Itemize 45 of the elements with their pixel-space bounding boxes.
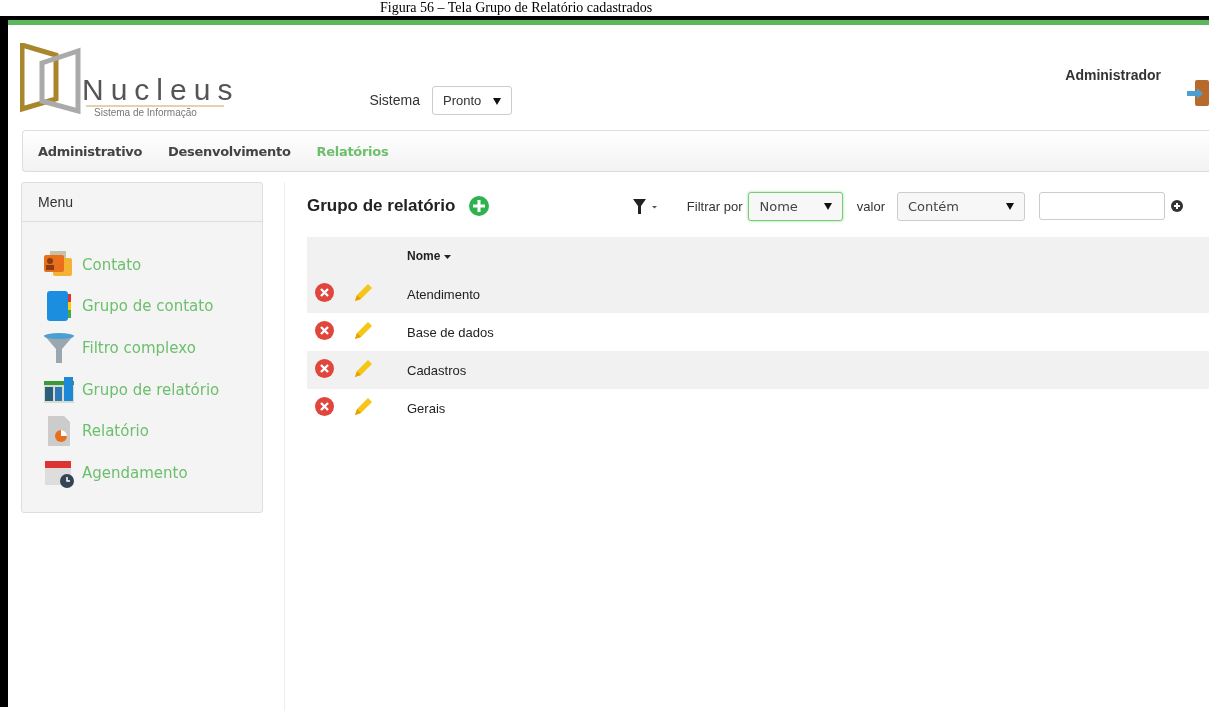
nav-tab[interactable]: Relatórios — [316, 143, 389, 159]
filter-value-field[interactable] — [1039, 192, 1165, 220]
menu-item[interactable]: Filtro complexo — [82, 339, 196, 357]
delete-icon[interactable] — [315, 283, 334, 302]
add-icon[interactable] — [469, 196, 490, 216]
chart-panel-icon — [44, 374, 74, 405]
table-cell: Cadastros — [406, 351, 1209, 389]
pencil-icon[interactable] — [353, 396, 373, 417]
funnel-icon — [44, 333, 74, 363]
delete-icon[interactable] — [315, 359, 334, 378]
value-label: valor — [856, 198, 885, 214]
address-book-icon — [44, 291, 74, 322]
filter-dropdown-icon[interactable] — [632, 198, 657, 214]
page-title: Grupo de relatório — [307, 196, 456, 216]
menu-item[interactable]: Grupo de relatório — [82, 380, 220, 399]
column-header[interactable]: Nome — [406, 237, 1209, 275]
delete-icon[interactable] — [315, 321, 334, 340]
nav-tab[interactable]: Administrativo — [38, 143, 143, 159]
user-name: Administrador — [1065, 67, 1161, 83]
logo-name: Nucleus — [82, 75, 240, 105]
table-cell: Atendimento — [406, 275, 1209, 313]
add-filter-icon[interactable] — [1171, 200, 1183, 212]
caret-icon — [1006, 202, 1014, 210]
caret-icon — [823, 202, 832, 210]
figure-caption: Figura 56 – Tela Grupo de Relatório cadastrados — [380, 0, 653, 16]
logo-tagline: Sistema de Informação — [86, 105, 224, 118]
menu-item[interactable]: Agendamento — [82, 463, 188, 482]
system-label: Sistema — [369, 92, 420, 108]
sort-caret-icon — [444, 254, 452, 259]
table-cell: Gerais — [406, 389, 1209, 427]
nav-tab[interactable]: Desenvolvimento — [168, 143, 291, 159]
filter-label: Filtrar por — [686, 198, 743, 214]
pencil-icon[interactable] — [353, 320, 373, 341]
system-select[interactable]: Pronto — [431, 85, 513, 115]
table-cell: Base de dados — [406, 313, 1209, 351]
delete-icon[interactable] — [315, 397, 334, 416]
menu-item[interactable]: Contato — [82, 255, 142, 274]
menu-item[interactable]: Grupo de contato — [82, 297, 214, 316]
menu-title: Menu — [22, 183, 262, 222]
operator-select[interactable]: Contém — [897, 191, 1025, 221]
logout-icon[interactable] — [1187, 80, 1209, 106]
caret-icon — [493, 97, 502, 105]
logo-icon — [20, 43, 82, 115]
menu-item[interactable]: Relatório — [82, 422, 149, 441]
filter-field-select[interactable]: Nome — [748, 191, 843, 221]
